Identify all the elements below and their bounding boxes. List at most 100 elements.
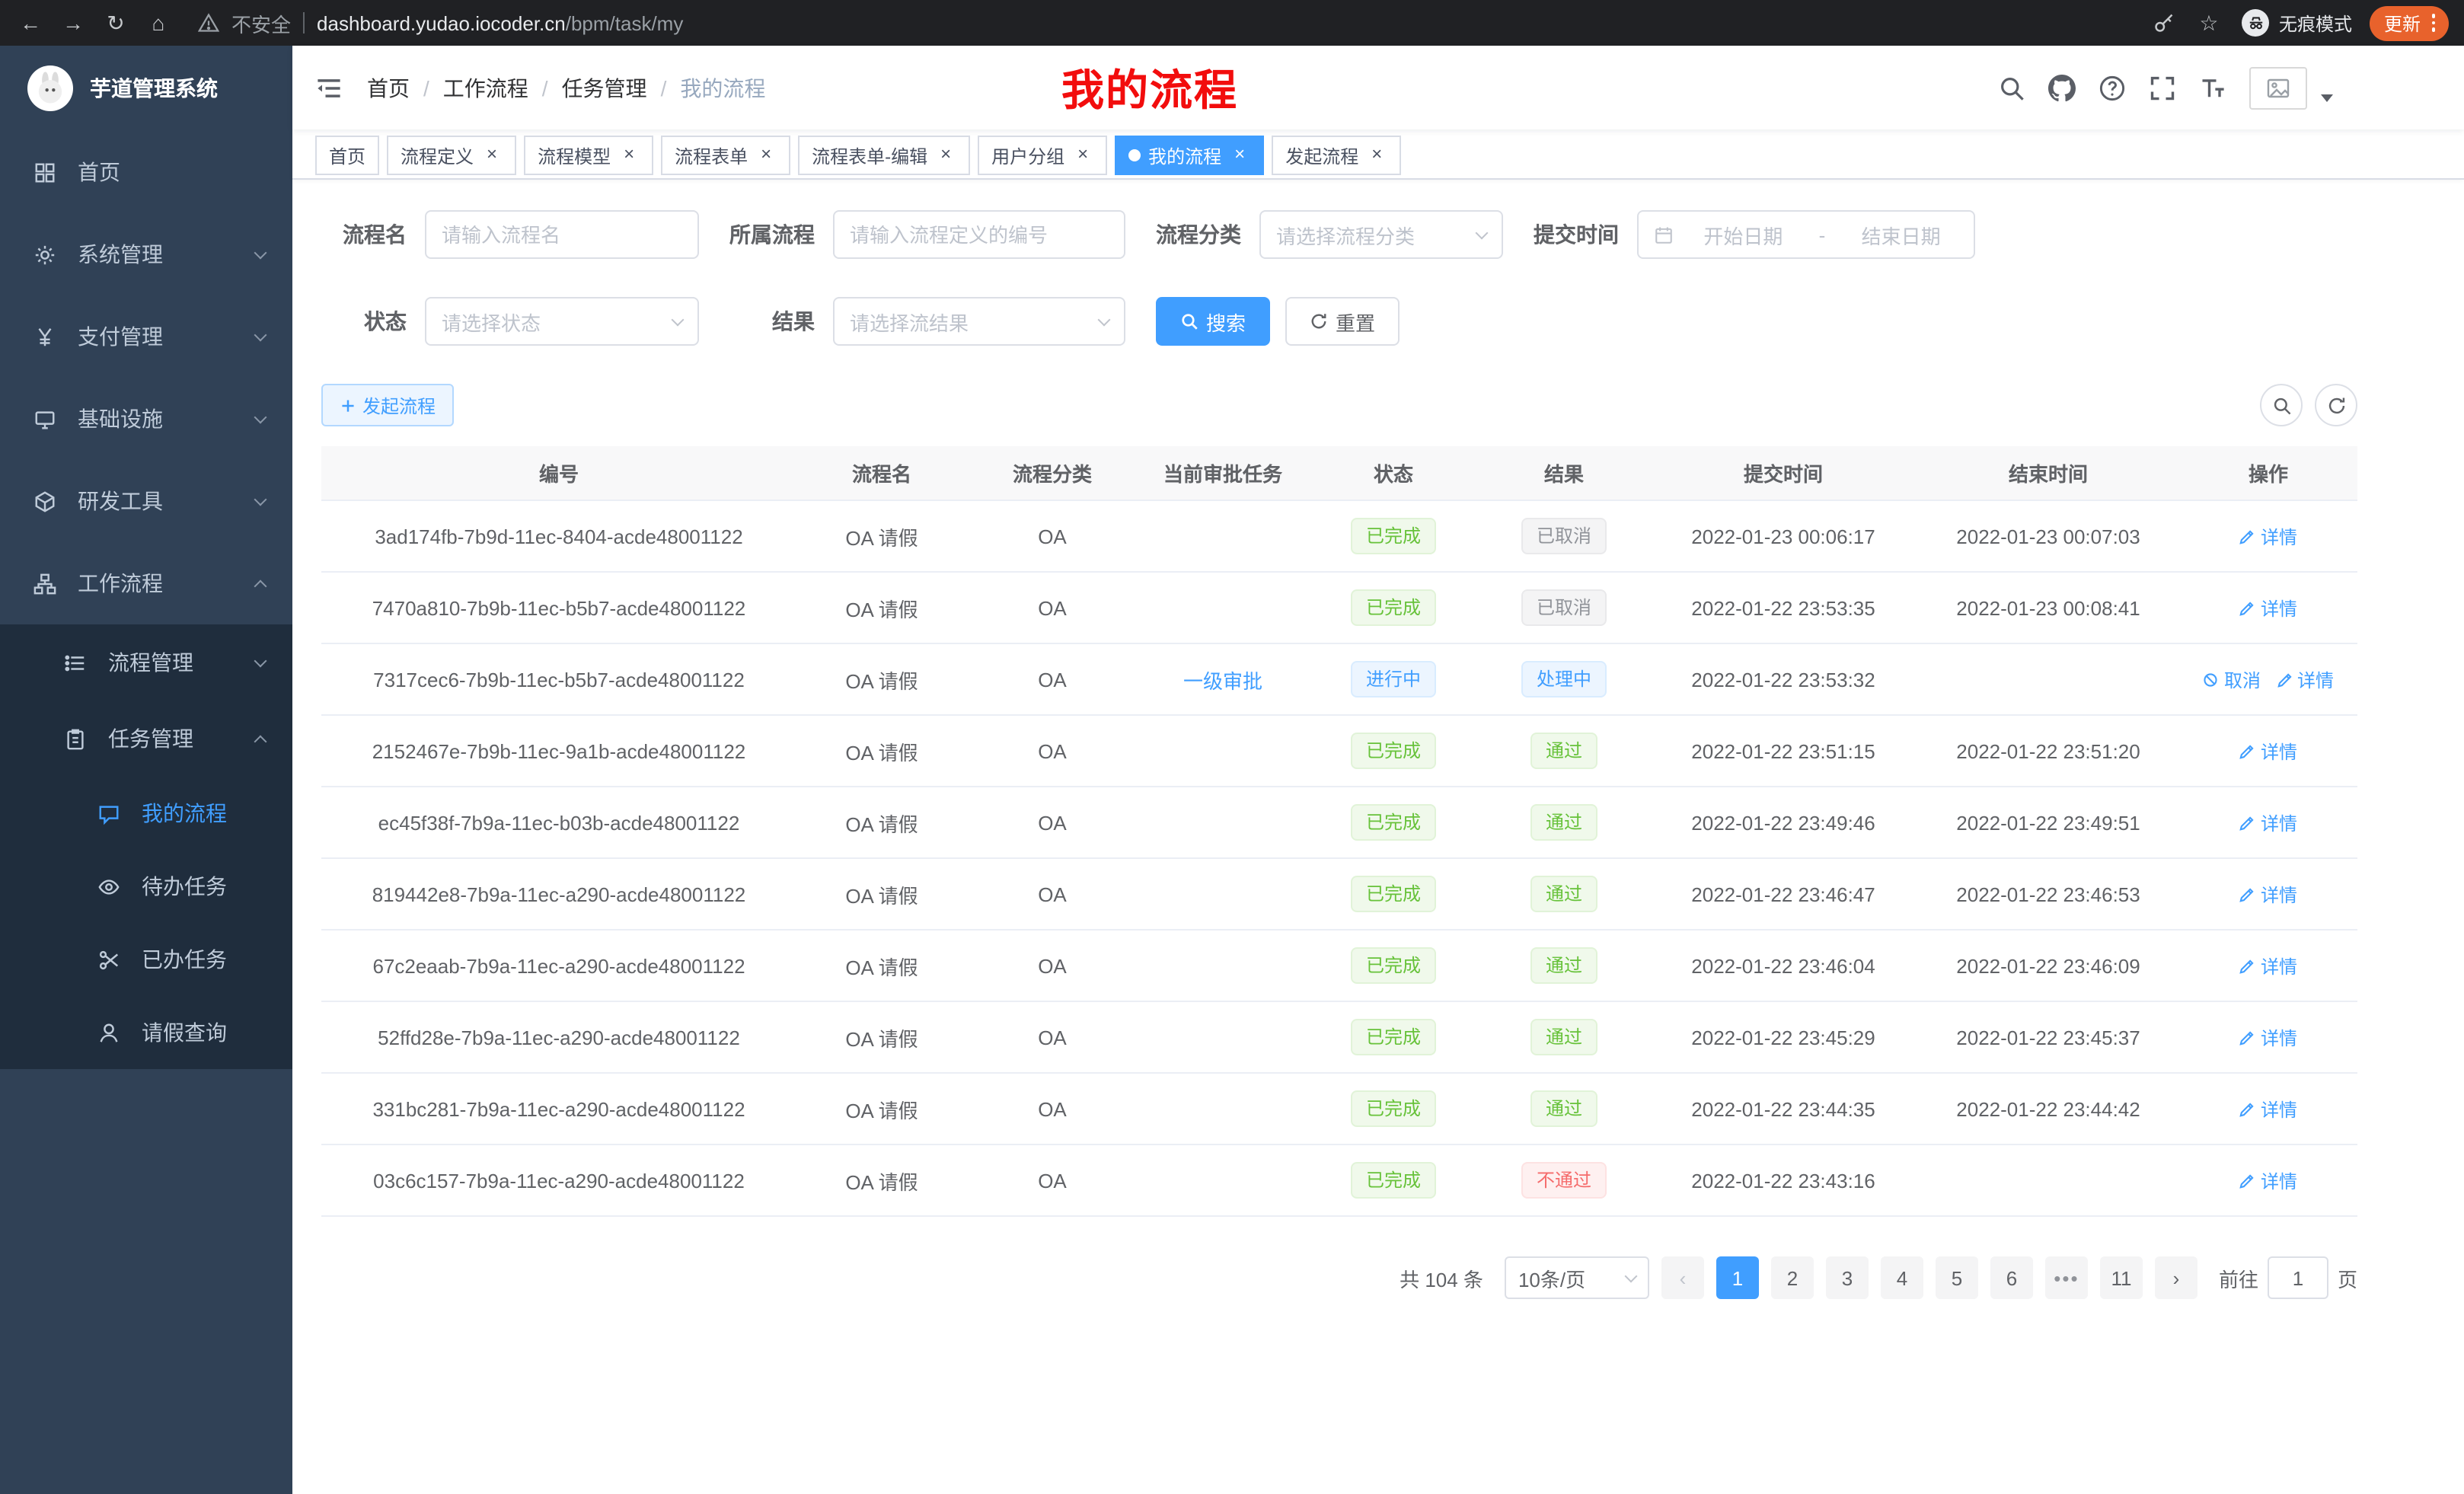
home-icon[interactable]: ⌂ xyxy=(143,11,174,35)
breadcrumb-workflow[interactable]: 工作流程 xyxy=(443,72,528,103)
view-tab[interactable]: 首页 × xyxy=(315,136,379,175)
sidebar-item-task-management[interactable]: 任务管理 xyxy=(0,701,292,777)
page-number-button[interactable]: 11 xyxy=(2100,1256,2143,1299)
view-tab[interactable]: 流程表单 × xyxy=(661,136,790,175)
font-size-icon[interactable] xyxy=(2199,74,2226,101)
page-number-button[interactable]: 4 xyxy=(1881,1256,1923,1299)
tab-close-icon[interactable]: × xyxy=(1072,145,1093,166)
sidebar-item-payment[interactable]: 支付管理 xyxy=(0,295,292,378)
browser-update-button[interactable]: 更新 xyxy=(2370,5,2449,40)
address-bar[interactable]: 不安全 dashboard.yudao.iocoder.cn/bpm/task/… xyxy=(198,8,2154,37)
tab-close-icon[interactable]: × xyxy=(1366,145,1387,166)
status-badge: 已完成 xyxy=(1351,947,1436,984)
help-icon[interactable] xyxy=(2099,74,2126,101)
detail-action[interactable]: 详情 xyxy=(2239,1024,2297,1050)
tab-close-icon[interactable]: × xyxy=(755,145,777,166)
status-select[interactable]: 请选择状态 xyxy=(425,297,699,346)
page-number-button[interactable]: 1 xyxy=(1716,1256,1759,1299)
sidebar-item-done-tasks[interactable]: 已办任务 xyxy=(0,923,292,996)
view-tab[interactable]: 我的流程 × xyxy=(1115,136,1264,175)
view-tab[interactable]: 流程表单-编辑 × xyxy=(798,136,970,175)
tab-close-icon[interactable]: × xyxy=(935,145,956,166)
fullscreen-icon[interactable] xyxy=(2149,74,2176,101)
page-number-button[interactable]: 3 xyxy=(1826,1256,1869,1299)
create-process-button[interactable]: 发起流程 xyxy=(321,384,454,426)
view-tab[interactable]: 发起流程 × xyxy=(1272,136,1401,175)
status-badge: 已完成 xyxy=(1351,1019,1436,1055)
page-number-button[interactable]: 5 xyxy=(1936,1256,1978,1299)
view-tab[interactable]: 流程定义 × xyxy=(387,136,516,175)
breadcrumb-task-management[interactable]: 任务管理 xyxy=(562,72,647,103)
sidebar-item-my-process[interactable]: 我的流程 xyxy=(0,777,292,850)
tab-close-icon[interactable]: × xyxy=(1229,145,1250,166)
sidebar-item-infra[interactable]: 基础设施 xyxy=(0,378,292,460)
tab-close-icon[interactable]: × xyxy=(618,145,640,166)
sidebar-item-workflow[interactable]: 工作流程 xyxy=(0,542,292,624)
result-select[interactable]: 请选择流结果 xyxy=(833,297,1125,346)
url-text: dashboard.yudao.iocoder.cn/bpm/task/my xyxy=(317,11,683,34)
avatar-caret-icon[interactable] xyxy=(2321,94,2333,102)
view-tab[interactable]: 用户分组 × xyxy=(978,136,1107,175)
detail-action[interactable]: 详情 xyxy=(2239,881,2297,907)
url-path: /bpm/task/my xyxy=(566,11,684,34)
detail-action[interactable]: 详情 xyxy=(2239,1096,2297,1122)
detail-action[interactable]: 详情 xyxy=(2239,953,2297,978)
forward-icon[interactable]: → xyxy=(58,11,88,35)
list-icon xyxy=(61,651,88,674)
github-icon[interactable] xyxy=(2048,74,2076,101)
avatar[interactable] xyxy=(2249,66,2307,109)
date-range-picker[interactable]: 开始日期 - 结束日期 xyxy=(1637,210,1975,259)
search-button[interactable]: 搜索 xyxy=(1156,297,1270,346)
sidebar-item-process-management[interactable]: 流程管理 xyxy=(0,624,292,701)
cell-submit-time: 2022-01-22 23:43:16 xyxy=(1649,1169,1917,1192)
app-logo[interactable]: 芋道管理系统 xyxy=(0,46,292,131)
sidebar-item-home[interactable]: 首页 xyxy=(0,131,292,213)
sidebar-item-devtools[interactable]: 研发工具 xyxy=(0,460,292,542)
detail-action[interactable]: 详情 xyxy=(2239,1167,2297,1193)
search-icon xyxy=(2271,395,2291,415)
breadcrumb-home[interactable]: 首页 xyxy=(367,72,410,103)
cell-status: 已完成 xyxy=(1308,1162,1479,1199)
view-tab[interactable]: 流程模型 × xyxy=(524,136,653,175)
sidebar-item-system[interactable]: 系统管理 xyxy=(0,213,292,295)
detail-action-label: 详情 xyxy=(2261,809,2297,835)
cell-submit-time: 2022-01-22 23:44:35 xyxy=(1649,1097,1917,1120)
process-name-input[interactable] xyxy=(425,210,699,259)
sidebar-item-leave-query[interactable]: 请假查询 xyxy=(0,996,292,1069)
cell-submit-time: 2022-01-22 23:45:29 xyxy=(1649,1026,1917,1049)
page-number-button[interactable]: ••• xyxy=(2045,1256,2088,1299)
hamburger-icon[interactable] xyxy=(315,74,343,101)
process-definition-input[interactable] xyxy=(833,210,1125,259)
search-icon xyxy=(1180,312,1198,330)
password-key-icon[interactable] xyxy=(2154,12,2175,34)
browser-menu-icon[interactable] xyxy=(2431,14,2435,32)
chevron-up-icon xyxy=(254,579,267,592)
jump-page-input[interactable] xyxy=(2268,1256,2328,1299)
page-number-button[interactable]: 2 xyxy=(1771,1256,1814,1299)
cell-status: 已完成 xyxy=(1308,1019,1479,1055)
category-select[interactable]: 请选择流程分类 xyxy=(1259,210,1503,259)
next-page-button[interactable]: › xyxy=(2155,1256,2197,1299)
detail-action[interactable]: 详情 xyxy=(2239,523,2297,549)
current-task-link[interactable]: 一级审批 xyxy=(1183,669,1262,692)
column-header: 提交时间 xyxy=(1649,458,1917,487)
prev-page-button[interactable]: ‹ xyxy=(1661,1256,1704,1299)
search-icon[interactable] xyxy=(1998,74,2025,101)
page-size-select[interactable]: 10条/页 xyxy=(1505,1256,1649,1299)
detail-action[interactable]: 详情 xyxy=(2276,666,2334,692)
page-number-button[interactable]: 6 xyxy=(1990,1256,2033,1299)
sidebar-item-todo-tasks[interactable]: 待办任务 xyxy=(0,850,292,923)
table-header: 编号 流程名 流程分类 当前审批任务 状态 结果 提交时间 结束时间 操作 xyxy=(321,446,2357,501)
detail-action[interactable]: 详情 xyxy=(2239,809,2297,835)
cell-actions: 取消 详情 xyxy=(2179,1024,2357,1050)
reload-icon[interactable]: ↻ xyxy=(101,10,131,36)
refresh-table-button[interactable] xyxy=(2315,384,2357,426)
tab-close-icon[interactable]: × xyxy=(481,145,503,166)
reset-button[interactable]: 重置 xyxy=(1285,297,1400,346)
bookmark-star-icon[interactable]: ☆ xyxy=(2194,10,2224,36)
detail-action[interactable]: 详情 xyxy=(2239,595,2297,621)
toggle-search-button[interactable] xyxy=(2260,384,2303,426)
cancel-action[interactable]: 取消 xyxy=(2203,666,2261,692)
back-icon[interactable]: ← xyxy=(15,11,46,35)
detail-action[interactable]: 详情 xyxy=(2239,738,2297,764)
